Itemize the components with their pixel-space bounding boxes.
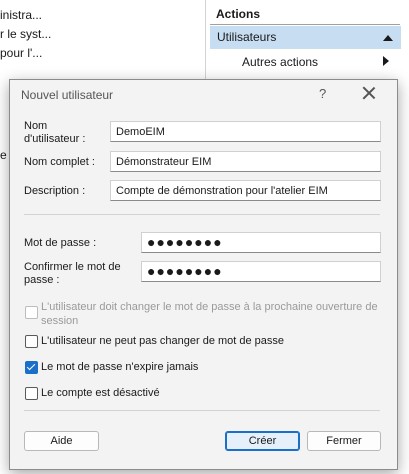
new-user-dialog: Nouvel utilisateur ? Nom d'utilisateur :… bbox=[9, 79, 398, 470]
fullname-label: Nom complet : bbox=[24, 156, 95, 168]
confirm-password-label: Confirmer le mot de passe : bbox=[24, 261, 121, 286]
password-never-expires-checkbox[interactable] bbox=[25, 361, 38, 374]
description-label: Description : bbox=[24, 185, 86, 197]
fullname-field[interactable]: Démonstrateur EIM bbox=[110, 151, 381, 172]
actions-group-label: Utilisateurs bbox=[217, 30, 277, 44]
separator bbox=[24, 410, 380, 411]
dialog-titlebar[interactable]: Nouvel utilisateur ? bbox=[10, 80, 397, 110]
cannot-change-password-checkbox[interactable] bbox=[25, 335, 38, 348]
description-field[interactable]: Compte de démonstration pour l'atelier E… bbox=[110, 180, 381, 201]
submenu-arrow-icon bbox=[383, 56, 389, 66]
console-tree-pane: inistra... r le syst... pour l'... bbox=[0, 0, 206, 90]
username-label: Nom d'utilisateur : bbox=[24, 120, 86, 145]
actions-title: Actions bbox=[216, 7, 261, 21]
password-field[interactable]: ●●●●●●●● bbox=[141, 232, 381, 253]
create-button[interactable]: Créer bbox=[225, 431, 300, 451]
cannot-change-password-label[interactable]: L'utilisateur ne peut pas changer de mot… bbox=[41, 334, 284, 348]
actions-item-more[interactable]: Autres actions bbox=[242, 55, 318, 69]
tree-item[interactable]: r le syst... bbox=[0, 27, 51, 41]
tree-item[interactable]: inistra... bbox=[0, 8, 42, 22]
collapse-arrow-icon[interactable] bbox=[383, 35, 393, 41]
close-button[interactable]: Fermer bbox=[307, 431, 381, 451]
help-icon[interactable]: ? bbox=[319, 86, 326, 101]
separator bbox=[24, 214, 380, 215]
console-left-strip: e bbox=[0, 90, 8, 474]
username-field[interactable]: DemoEIM bbox=[110, 121, 381, 142]
actions-divider bbox=[210, 24, 400, 25]
confirm-password-field[interactable]: ●●●●●●●● bbox=[141, 261, 381, 282]
actions-group-users[interactable]: Utilisateurs bbox=[210, 26, 401, 49]
password-label: Mot de passe : bbox=[24, 237, 97, 249]
tree-item[interactable]: pour l'... bbox=[0, 46, 42, 60]
dialog-title: Nouvel utilisateur bbox=[21, 88, 114, 102]
account-disabled-checkbox[interactable] bbox=[25, 387, 38, 400]
tree-fragment: e bbox=[0, 148, 7, 162]
must-change-password-label: L'utilisateur doit changer le mot de pas… bbox=[41, 301, 378, 327]
must-change-password-checkbox[interactable] bbox=[25, 306, 38, 319]
close-icon[interactable] bbox=[362, 86, 376, 100]
help-button[interactable]: Aide bbox=[24, 431, 99, 451]
account-disabled-label[interactable]: Le compte est désactivé bbox=[41, 386, 160, 400]
password-never-expires-label[interactable]: Le mot de passe n'expire jamais bbox=[41, 360, 198, 374]
